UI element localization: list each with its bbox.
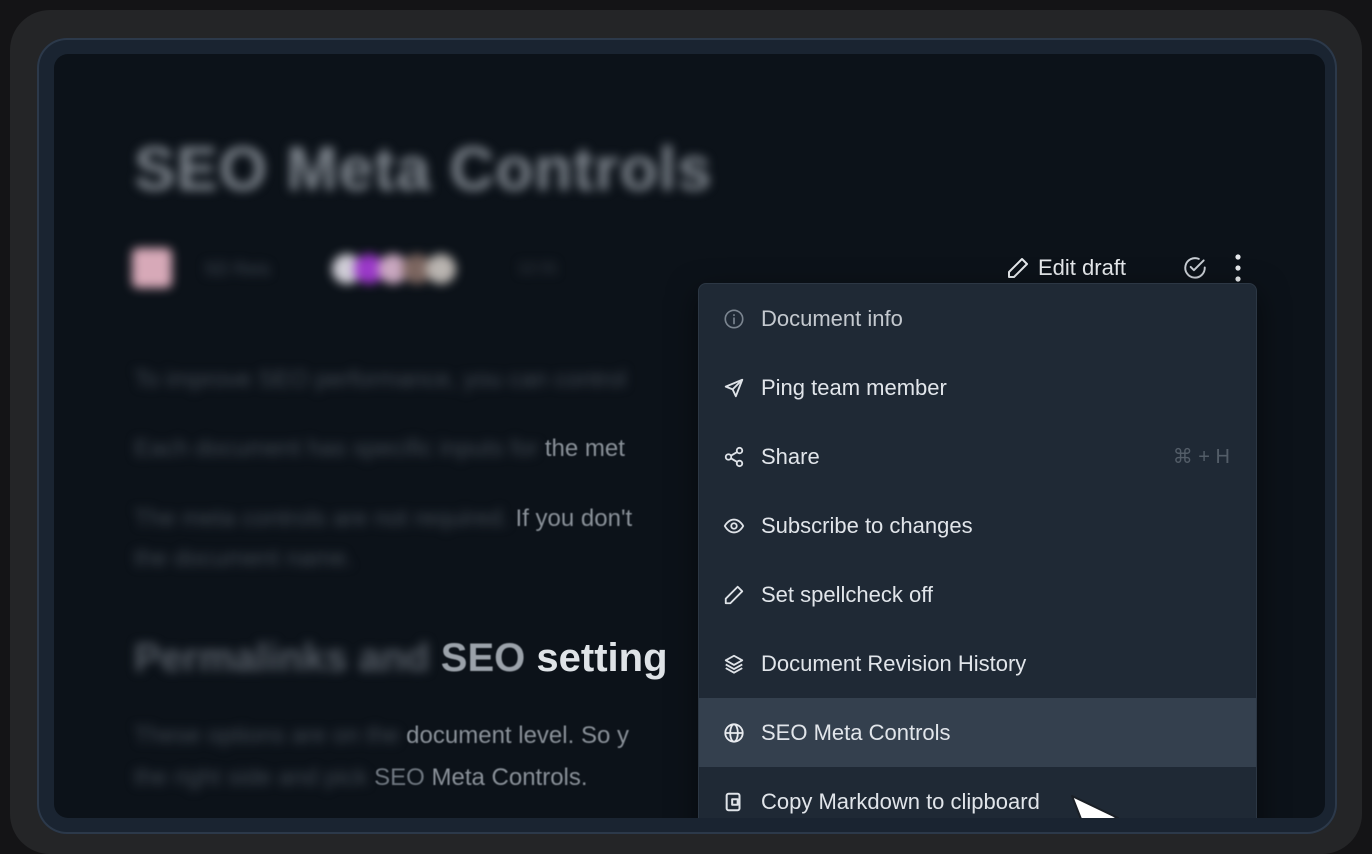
globe-icon xyxy=(721,720,747,746)
menu-item-copy-markdown[interactable]: Copy Markdown to clipboard xyxy=(699,767,1256,818)
mouse-pointer-icon xyxy=(1071,795,1119,818)
menu-item-subscribe[interactable]: Subscribe to changes xyxy=(699,491,1256,560)
eye-icon xyxy=(721,513,747,539)
section-heading: Permalinks and SEO setting xyxy=(134,636,668,680)
paragraph-2: Each document has specific inputs for th… xyxy=(134,435,625,462)
document-options-menu: Document info Ping team member Share ⌘ +… xyxy=(698,283,1257,818)
paragraph-5: the right side and pick SEO Meta Control… xyxy=(134,764,588,791)
paragraph-1: To improve SEO performance, you can cont… xyxy=(134,366,627,393)
info-icon xyxy=(721,306,747,332)
menu-item-document-info[interactable]: Document info xyxy=(699,284,1256,353)
edit-draft-button[interactable]: Edit draft xyxy=(1006,250,1126,286)
share-icon xyxy=(721,444,747,470)
updated-time: 12:31 xyxy=(518,260,559,277)
share-shortcut: ⌘ + H xyxy=(1172,446,1230,468)
layers-icon xyxy=(721,651,747,677)
paragraph-3: The meta controls are not required. If y… xyxy=(134,505,633,532)
menu-item-share[interactable]: Share ⌘ + H xyxy=(699,422,1256,491)
menu-item-spellcheck[interactable]: Set spellcheck off xyxy=(699,560,1256,629)
document-title: SEO Meta Controls xyxy=(134,135,713,204)
clipboard-icon xyxy=(721,789,747,815)
app-screen: SEO Meta Controls SD Reis 12:31 To impro… xyxy=(54,54,1325,818)
paragraph-4: These options are on the document level.… xyxy=(134,722,629,749)
pencil-icon xyxy=(1008,258,1028,278)
menu-item-seo-meta-controls[interactable]: SEO Meta Controls xyxy=(699,698,1256,767)
paragraph-3-cont: the document name. xyxy=(134,545,353,572)
author-name: SD Reis xyxy=(204,259,271,279)
document-meta: SD Reis 12:31 xyxy=(132,246,592,290)
document-actions: Edit draft xyxy=(1006,250,1246,286)
more-vertical-icon[interactable] xyxy=(1228,252,1248,284)
edit-draft-label: Edit draft xyxy=(1038,255,1127,280)
pencil-icon xyxy=(721,582,747,608)
menu-item-revision-history[interactable]: Document Revision History xyxy=(699,629,1256,698)
author-avatar xyxy=(132,248,172,288)
check-circle-icon[interactable] xyxy=(1182,255,1208,281)
send-icon xyxy=(721,375,747,401)
collaborator-avatars xyxy=(332,254,482,284)
menu-item-ping-team-member[interactable]: Ping team member xyxy=(699,353,1256,422)
